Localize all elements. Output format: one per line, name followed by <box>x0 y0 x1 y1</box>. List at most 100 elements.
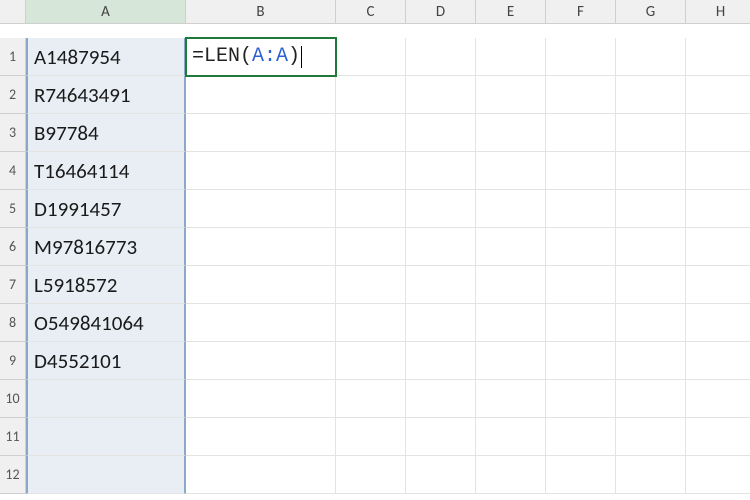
cell-B1[interactable]: =LEN(A:A) <box>186 38 336 76</box>
cell-F2[interactable] <box>546 76 616 114</box>
cell-D8[interactable] <box>406 304 476 342</box>
cell-H11[interactable] <box>686 418 750 456</box>
cell-G11[interactable] <box>616 418 686 456</box>
cell-B5[interactable] <box>186 190 336 228</box>
cell-D2[interactable] <box>406 76 476 114</box>
cell-E6[interactable] <box>476 228 546 266</box>
col-header-E[interactable]: E <box>476 0 546 24</box>
row-header-9[interactable]: 9 <box>0 342 26 380</box>
cell-A12[interactable] <box>26 456 186 494</box>
cell-B3[interactable] <box>186 114 336 152</box>
row-header-5[interactable]: 5 <box>0 190 26 228</box>
cell-A7[interactable]: L5918572 <box>26 266 186 304</box>
cell-D7[interactable] <box>406 266 476 304</box>
cell-E4[interactable] <box>476 152 546 190</box>
select-all-corner[interactable] <box>0 0 26 24</box>
cell-A10[interactable] <box>26 380 186 418</box>
cell-E10[interactable] <box>476 380 546 418</box>
cell-C2[interactable] <box>336 76 406 114</box>
cell-H8[interactable] <box>686 304 750 342</box>
cell-H4[interactable] <box>686 152 750 190</box>
cell-D10[interactable] <box>406 380 476 418</box>
cell-D6[interactable] <box>406 228 476 266</box>
cell-B12[interactable] <box>186 456 336 494</box>
cell-C6[interactable] <box>336 228 406 266</box>
cell-D1[interactable] <box>406 38 476 76</box>
col-header-F[interactable]: F <box>546 0 616 24</box>
cell-B6[interactable] <box>186 228 336 266</box>
cell-C9[interactable] <box>336 342 406 380</box>
cell-H9[interactable] <box>686 342 750 380</box>
cell-B9[interactable] <box>186 342 336 380</box>
cell-H6[interactable] <box>686 228 750 266</box>
cell-B10[interactable] <box>186 380 336 418</box>
cell-H3[interactable] <box>686 114 750 152</box>
col-header-C[interactable]: C <box>336 0 406 24</box>
cell-E1[interactable] <box>476 38 546 76</box>
cell-D11[interactable] <box>406 418 476 456</box>
cell-H10[interactable] <box>686 380 750 418</box>
cell-F8[interactable] <box>546 304 616 342</box>
cell-H5[interactable] <box>686 190 750 228</box>
row-header-8[interactable]: 8 <box>0 304 26 342</box>
cell-D9[interactable] <box>406 342 476 380</box>
col-header-G[interactable]: G <box>616 0 686 24</box>
cell-C11[interactable] <box>336 418 406 456</box>
row-header-3[interactable]: 3 <box>0 114 26 152</box>
cell-G4[interactable] <box>616 152 686 190</box>
cell-G9[interactable] <box>616 342 686 380</box>
cell-A3[interactable]: B97784 <box>26 114 186 152</box>
cell-D12[interactable] <box>406 456 476 494</box>
row-header-11[interactable]: 11 <box>0 418 26 456</box>
cell-G2[interactable] <box>616 76 686 114</box>
cell-E5[interactable] <box>476 190 546 228</box>
cell-A2[interactable]: R74643491 <box>26 76 186 114</box>
cell-F1[interactable] <box>546 38 616 76</box>
cell-G12[interactable] <box>616 456 686 494</box>
row-header-1[interactable]: 1 <box>0 38 26 76</box>
cell-B11[interactable] <box>186 418 336 456</box>
cell-H1[interactable] <box>686 38 750 76</box>
cell-C10[interactable] <box>336 380 406 418</box>
col-header-H[interactable]: H <box>686 0 750 24</box>
cell-H12[interactable] <box>686 456 750 494</box>
col-header-A[interactable]: A <box>26 0 186 24</box>
cell-G3[interactable] <box>616 114 686 152</box>
cell-C12[interactable] <box>336 456 406 494</box>
row-header-10[interactable]: 10 <box>0 380 26 418</box>
cell-A11[interactable] <box>26 418 186 456</box>
cell-E2[interactable] <box>476 76 546 114</box>
cell-C7[interactable] <box>336 266 406 304</box>
cell-G8[interactable] <box>616 304 686 342</box>
cell-C5[interactable] <box>336 190 406 228</box>
cell-H2[interactable] <box>686 76 750 114</box>
cell-F3[interactable] <box>546 114 616 152</box>
cell-E8[interactable] <box>476 304 546 342</box>
cell-F10[interactable] <box>546 380 616 418</box>
cell-E7[interactable] <box>476 266 546 304</box>
col-header-D[interactable]: D <box>406 0 476 24</box>
cell-C8[interactable] <box>336 304 406 342</box>
cell-B8[interactable] <box>186 304 336 342</box>
cell-C3[interactable] <box>336 114 406 152</box>
row-header-4[interactable]: 4 <box>0 152 26 190</box>
cell-F6[interactable] <box>546 228 616 266</box>
cell-F5[interactable] <box>546 190 616 228</box>
cell-D5[interactable] <box>406 190 476 228</box>
cell-G1[interactable] <box>616 38 686 76</box>
cell-E11[interactable] <box>476 418 546 456</box>
cell-B7[interactable] <box>186 266 336 304</box>
cell-D3[interactable] <box>406 114 476 152</box>
cell-G6[interactable] <box>616 228 686 266</box>
row-header-2[interactable]: 2 <box>0 76 26 114</box>
cell-H7[interactable] <box>686 266 750 304</box>
cell-E3[interactable] <box>476 114 546 152</box>
cell-F9[interactable] <box>546 342 616 380</box>
cell-F12[interactable] <box>546 456 616 494</box>
row-header-6[interactable]: 6 <box>0 228 26 266</box>
cell-E12[interactable] <box>476 456 546 494</box>
cell-C1[interactable] <box>336 38 406 76</box>
cell-A8[interactable]: O549841064 <box>26 304 186 342</box>
cell-G10[interactable] <box>616 380 686 418</box>
cell-C4[interactable] <box>336 152 406 190</box>
